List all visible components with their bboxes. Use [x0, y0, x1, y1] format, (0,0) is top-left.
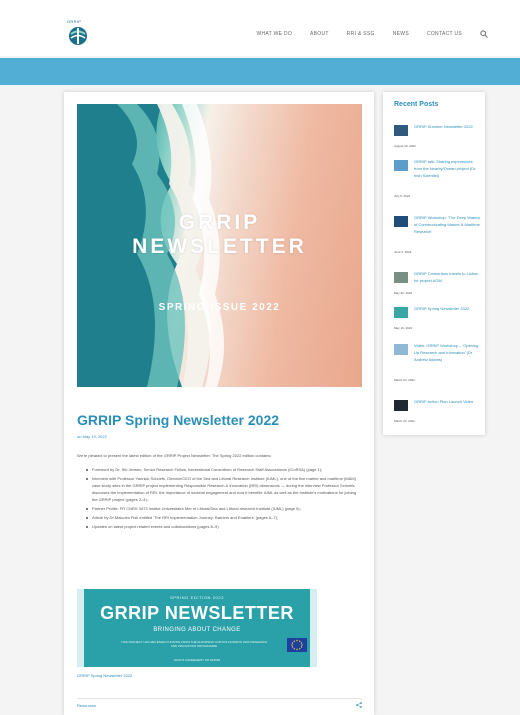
recent-post-link[interactable]: GRRIP Action Plan Launch Video — [414, 398, 480, 405]
post-thumbnail[interactable] — [394, 400, 408, 411]
newsletter-contents-list: Foreword by Dr. Siri Jensen, Senior Rese… — [86, 466, 361, 532]
recent-post-date: March 23, 2022 — [394, 419, 415, 423]
post-footer: Resources — [77, 698, 362, 708]
post-thumbnail[interactable] — [394, 125, 408, 136]
recent-post-link[interactable]: GRRIP Consortium travels to Lisbon for p… — [414, 270, 480, 284]
newsletter-title: GRRIP NEWSLETTER — [100, 603, 294, 623]
search-icon[interactable] — [480, 30, 488, 38]
post-thumbnail[interactable] — [394, 160, 408, 171]
list-item: Interview with Professor Yannick Schoefs… — [86, 475, 361, 503]
list-item: Article by Dr Malcolm Fisk entitled 'The… — [86, 514, 361, 521]
newsletter-subtitle: BRINGING ABOUT CHANGE — [153, 627, 241, 633]
recent-post-link[interactable]: GRRIP talk: Sharing experiences from the… — [414, 158, 480, 179]
nav-contact-us[interactable]: CONTACT US — [427, 31, 462, 37]
share-icon[interactable] — [356, 702, 362, 708]
recent-post-link[interactable]: GRRIP Summer Newsletter 2022 — [414, 123, 480, 130]
eu-flag-icon — [287, 638, 307, 652]
list-item: Updates on latest project related events… — [86, 523, 361, 530]
post-date[interactable]: on May 19, 2022 — [77, 434, 107, 439]
recent-post-link[interactable]: Video: GRRIP Workshop – 'Opening Up Rese… — [414, 342, 480, 363]
recent-posts-sidebar: Recent Posts GRRIP Summer Newsletter 202… — [383, 92, 485, 435]
page-banner — [0, 58, 520, 85]
grrip-logo[interactable] — [66, 20, 90, 48]
post-intro: We're pleased to present the latest edit… — [77, 453, 272, 458]
recent-post-date: May 30, 2022 — [394, 291, 413, 295]
recent-post-link[interactable]: GRRIP Spring Newsletter 2022 — [414, 305, 480, 312]
recent-post-date: May 19, 2022 — [394, 326, 413, 330]
main-nav: WHAT WE DO ABOUT RRI & SSG NEWS CONTACT … — [256, 30, 488, 38]
site-header: GRRIP WHAT WE DO ABOUT RRI & SSG NEWS CO… — [0, 0, 520, 56]
hero-title-line2: NEWSLETTER — [132, 235, 307, 258]
grant-agreement: GRANT AGREEMENT NO 824595 — [173, 658, 221, 662]
category-link[interactable]: Resources — [77, 703, 96, 708]
hero-title-line1: GRRIP — [178, 211, 261, 234]
hero-image: GRRIP NEWSLETTER SPRING ISSUE 2022 — [77, 104, 362, 387]
post-card: GRRIP NEWSLETTER SPRING ISSUE 2022 GRRIP… — [64, 92, 374, 715]
nav-news[interactable]: NEWS — [393, 31, 409, 37]
post-thumbnail[interactable] — [394, 216, 408, 227]
post-thumbnail[interactable] — [394, 272, 408, 283]
hero-title: GRRIP NEWSLETTER — [77, 211, 362, 259]
post-thumbnail[interactable] — [394, 307, 408, 318]
logo-text: GRRIP — [67, 19, 82, 24]
sidebar-title: Recent Posts — [394, 101, 439, 108]
post-title[interactable]: GRRIP Spring Newsletter 2022 — [77, 412, 279, 428]
recent-post-link[interactable]: GRRIP Workshop: 'The Deep Waters of Comm… — [414, 214, 480, 235]
list-item: Partner Profile: FR CNRS 3473 Institut U… — [86, 505, 361, 512]
nav-about[interactable]: ABOUT — [310, 31, 329, 37]
list-item: Foreword by Dr. Siri Jensen, Senior Rese… — [86, 466, 361, 473]
recent-post-date: June 3, 2022 — [394, 250, 412, 254]
newsletter-banner-image[interactable]: SPRING EDITION 2022 GRRIP NEWSLETTER BRI… — [77, 589, 317, 667]
newsletter-edition: SPRING EDITION 2022 — [169, 595, 225, 600]
funding-statement: THIS PROJECT HAS RECEIVED FUNDING FROM T… — [120, 640, 268, 648]
hero-subtitle: SPRING ISSUE 2022 — [158, 302, 281, 313]
post-thumbnail[interactable] — [394, 344, 408, 355]
nav-what-we-do[interactable]: WHAT WE DO — [256, 31, 292, 37]
newsletter-download-link[interactable]: GRRIP Spring Newsletter 2022 — [77, 673, 132, 678]
recent-post-date: March 24, 2022 — [394, 378, 415, 382]
recent-post-date: July 5, 2022 — [394, 194, 411, 198]
nav-rri-ssg[interactable]: RRI & SSG — [347, 31, 375, 37]
recent-post-date: August 30, 2022 — [394, 144, 416, 148]
